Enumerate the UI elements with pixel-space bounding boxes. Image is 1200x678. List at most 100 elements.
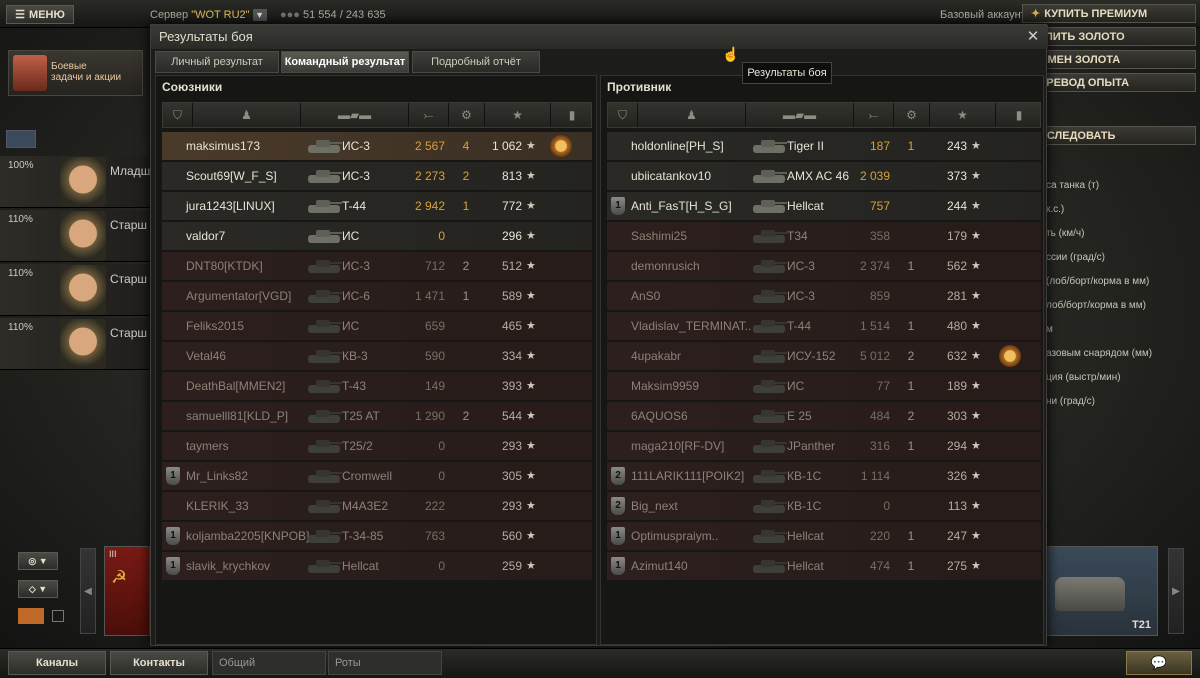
selected-tank-card[interactable]: T21 <box>1046 546 1158 636</box>
crew-member-card[interactable]: 100% Младш <box>0 156 150 208</box>
companies-chat-tab[interactable]: Роты <box>328 651 442 675</box>
table-row[interactable]: Vladislav_TERMINAT.. T-44 1 514 1 480 ★ <box>607 312 1041 340</box>
table-row[interactable]: 6AQUOS6 E 25 484 2 303 ★ <box>607 402 1041 430</box>
contacts-button[interactable]: Контакты <box>110 651 208 675</box>
table-row[interactable]: 1 koljamba2205[KNPOB] T-34-85 763 560 ★ <box>162 522 592 550</box>
table-row[interactable]: Sashimi25 T34 358 179 ★ <box>607 222 1041 250</box>
damage-column-icon[interactable]: ⤚ <box>409 103 449 127</box>
table-row[interactable]: 1 Azimut140 Hellcat 474 1 275 ★ <box>607 552 1041 580</box>
xp-value: 1 062 <box>491 139 522 153</box>
table-row[interactable]: Scout69[W_F_S] ИС-3 2 273 2 813 ★ <box>162 162 592 190</box>
tank-name: ИС-6 <box>342 289 370 303</box>
type-filter[interactable]: ◇ ▼ <box>18 580 58 598</box>
hangar-filter-icon[interactable] <box>18 608 44 624</box>
table-row[interactable]: 1 slavik_krychkov Hellcat 0 259 ★ <box>162 552 592 580</box>
buy-gold-button[interactable]: КУПИТЬ ЗОЛОТО <box>1022 27 1196 46</box>
table-row[interactable]: DeathBal[MMEN2] T-43 149 393 ★ <box>162 372 592 400</box>
carousel-left-arrow[interactable]: ◀ <box>80 548 96 634</box>
table-row[interactable]: jura1243[LINUX] T-44 2 942 1 772 ★ <box>162 192 592 220</box>
filter-checkbox[interactable] <box>52 610 64 622</box>
crew-icon[interactable] <box>6 130 36 148</box>
transfer-xp-button[interactable]: ПЕРЕВОД ОПЫТА <box>1022 73 1196 92</box>
table-row[interactable]: AnS0 ИС-3 859 281 ★ <box>607 282 1041 310</box>
tank-icon <box>304 435 344 457</box>
table-row[interactable]: KLERIK_33 M4A3E2 222 293 ★ <box>162 492 592 520</box>
table-row[interactable]: 1 Optimuspraiym.. Hellcat 220 1 247 ★ <box>607 522 1041 550</box>
table-row[interactable]: holdonline[PH_S] Tiger II 187 1 243 ★ <box>607 132 1041 160</box>
table-row[interactable]: valdor7 ИС 0 296 ★ <box>162 222 592 250</box>
player-name: maga210[RF-DV] <box>631 439 725 453</box>
general-chat-tab[interactable]: Общий <box>212 651 326 675</box>
medal-icon[interactable] <box>999 345 1021 367</box>
chat-icon[interactable]: 💬 <box>1126 651 1192 675</box>
player-column-icon[interactable]: ♟ <box>193 103 301 127</box>
crew-member-card[interactable]: 110% Старш <box>0 318 150 370</box>
table-row[interactable]: 1 Mr_Links82 Cromwell 0 305 ★ <box>162 462 592 490</box>
tab-personal-result[interactable]: Личный результат <box>155 51 279 73</box>
damage-value: 149 <box>424 379 445 393</box>
tank-icon <box>749 225 789 247</box>
table-row[interactable]: DNT80[KTDK] ИС-3 712 2 512 ★ <box>162 252 592 280</box>
carousel-tank-card[interactable]: III ☭ <box>104 546 150 636</box>
platoon-column-icon[interactable]: ⛉ <box>608 103 638 127</box>
table-row[interactable]: Maksim9959 ИС 77 1 189 ★ <box>607 372 1041 400</box>
battle-results-dialog: Результаты боя ✕ Личный результат Команд… <box>150 24 1048 646</box>
tank-name: ИС-3 <box>787 289 815 303</box>
tank-icon <box>304 315 344 337</box>
table-row[interactable]: maksimus173 ИС-3 2 567 4 1 062 ★ <box>162 132 592 160</box>
menu-button[interactable]: ☰ МЕНЮ <box>6 5 74 24</box>
tab-detailed-report[interactable]: Подробный отчёт <box>412 51 540 73</box>
carousel-right-arrow[interactable]: ▶ <box>1168 548 1184 634</box>
player-name: taymers <box>186 439 229 453</box>
tank-column-icon[interactable]: ▬▰▬ <box>746 103 854 127</box>
xp-value: 244 <box>946 199 967 213</box>
table-row[interactable]: 2 Big_next КВ-1С 0 113 ★ <box>607 492 1041 520</box>
table-row[interactable]: 1 Anti_FasT[H_S_G] Hellcat 757 244 ★ <box>607 192 1041 220</box>
tank-column-icon[interactable]: ▬▰▬ <box>301 103 409 127</box>
star-icon: ★ <box>971 200 981 212</box>
tank-name: ИС-3 <box>342 169 370 183</box>
xp-column-icon[interactable]: ★ <box>930 103 996 127</box>
table-row[interactable]: taymers T25/2 0 293 ★ <box>162 432 592 460</box>
table-row[interactable]: demonrusich ИС-3 2 374 1 562 ★ <box>607 252 1041 280</box>
table-row[interactable]: samuelll81[KLD_P] T25 AT 1 290 2 544 ★ <box>162 402 592 430</box>
xp-value: 560 <box>501 529 522 543</box>
medal-column-icon[interactable]: ▮ <box>551 103 593 127</box>
tank-name: T-44 <box>342 199 367 213</box>
player-name: demonrusich <box>631 259 700 273</box>
channels-button[interactable]: Каналы <box>8 651 106 675</box>
xp-value: 293 <box>501 499 522 513</box>
platoon-column-icon[interactable]: ⛉ <box>163 103 193 127</box>
table-row[interactable]: maga210[RF-DV] JPanther 316 1 294 ★ <box>607 432 1041 460</box>
table-row[interactable]: Argumentator[VGD] ИС-6 1 471 1 589 ★ <box>162 282 592 310</box>
research-button[interactable]: ИССЛЕДОВАТЬ <box>1022 126 1196 145</box>
missions-button[interactable]: Боевые задачи и акции <box>8 50 143 96</box>
crew-member-card[interactable]: 110% Старш <box>0 264 150 316</box>
tab-team-result[interactable]: Командный результат <box>281 51 409 73</box>
exchange-gold-button[interactable]: ОБМЕН ЗОЛОТА <box>1022 50 1196 69</box>
xp-value: 281 <box>946 289 967 303</box>
buy-premium-button[interactable]: ✦ КУПИТЬ ПРЕМИУМ <box>1022 4 1196 23</box>
kills-column-icon[interactable]: ⚙ <box>894 103 930 127</box>
damage-column-icon[interactable]: ⤚ <box>854 103 894 127</box>
table-row[interactable]: Feliks2015 ИС 659 465 ★ <box>162 312 592 340</box>
player-name: Anti_FasT[H_S_G] <box>631 199 732 213</box>
tank-icon <box>749 465 789 487</box>
table-row[interactable]: Vetal46 КВ-3 590 334 ★ <box>162 342 592 370</box>
medal-icon[interactable] <box>550 135 572 157</box>
medal-column-icon[interactable]: ▮ <box>996 103 1042 127</box>
close-icon[interactable]: ✕ <box>1024 27 1042 45</box>
star-icon: ★ <box>971 290 981 302</box>
table-row[interactable]: ubiicatankov10 AMX AC 46 2 039 373 ★ <box>607 162 1041 190</box>
kills-column-icon[interactable]: ⚙ <box>449 103 485 127</box>
player-name: 6AQUOS6 <box>631 409 688 423</box>
tank-icon <box>749 405 789 427</box>
xp-column-icon[interactable]: ★ <box>485 103 551 127</box>
star-icon: ★ <box>971 440 981 452</box>
nation-filter[interactable]: ◎ ▼ <box>18 552 58 570</box>
player-column-icon[interactable]: ♟ <box>638 103 746 127</box>
crew-member-card[interactable]: 110% Старш <box>0 210 150 262</box>
server-selector[interactable]: Сервер "WOT RU2" ▼ <box>150 9 267 21</box>
table-row[interactable]: 2 111LARIK111[POIK2] КВ-1С 1 114 326 ★ <box>607 462 1041 490</box>
table-row[interactable]: 4upakabr ИСУ-152 5 012 2 632 ★ <box>607 342 1041 370</box>
